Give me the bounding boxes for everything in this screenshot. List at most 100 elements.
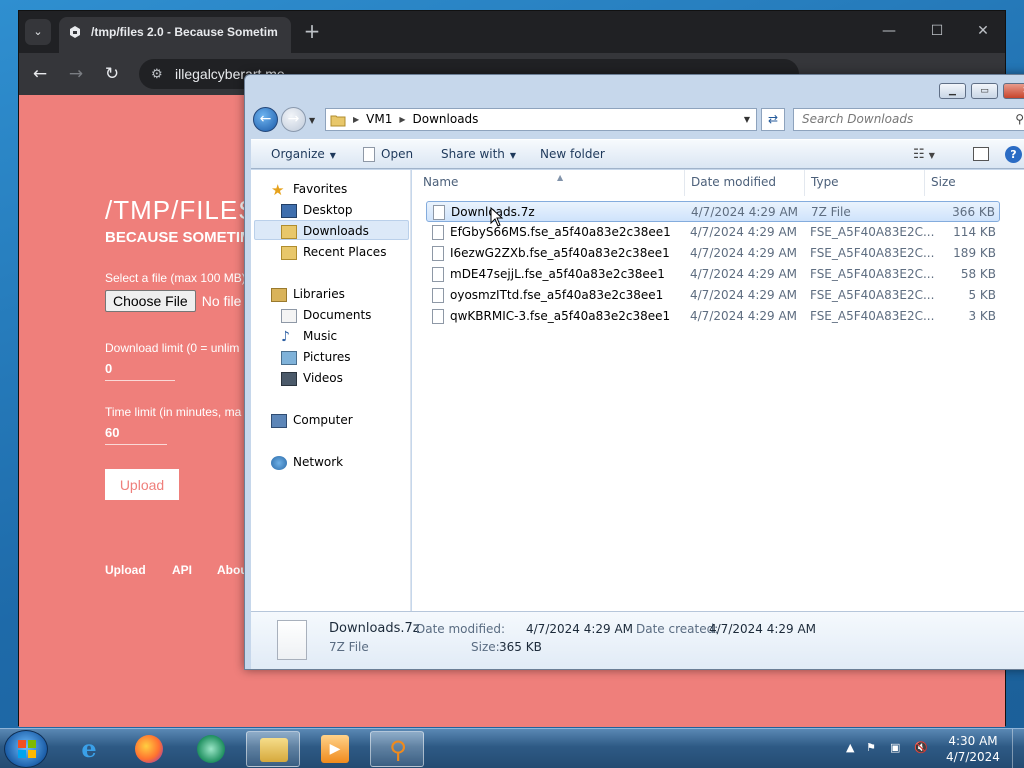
explorer-close-button[interactable]: ✕ [1003,83,1024,99]
tab-search-button[interactable]: ⌄ [25,19,51,45]
details-date-created-label: Date created: [636,622,719,636]
file-name: I6ezwG2ZXb.fse_a5f40a83e2c38ee1 [450,246,670,260]
system-clock[interactable]: 4:30 AM 4/7/2024 [944,733,1002,765]
file-type: FSE_A5F40A83E2C... [810,246,935,260]
file-row[interactable]: Downloads.7z4/7/2024 4:29 AM7Z File366 K… [426,201,1000,222]
nav-videos[interactable]: Videos [281,368,343,388]
nav-favorites-label: Favorites [293,182,348,196]
file-date: 4/7/2024 4:29 AM [690,267,798,281]
nav-pictures[interactable]: Pictures [281,347,351,367]
footer-link-upload[interactable]: Upload [105,563,146,577]
explorer-caption[interactable]: ▁ ▭ ✕ [245,75,1024,103]
windows-logo-icon [18,740,36,758]
explorer-address-bar[interactable]: ▶ VM1 ▶ Downloads ▼ [325,108,757,131]
taskbar-media-player[interactable]: ▶ [308,731,362,767]
open-button[interactable]: Open [363,140,413,170]
computer-icon [271,413,287,428]
nav-computer[interactable]: Computer [271,410,353,430]
close-button[interactable]: ✕ [961,17,1005,45]
file-row[interactable]: oyosmzITtd.fse_a5f40a83e2c38ee1 4/7/2024 … [426,285,1000,306]
upload-button[interactable]: Upload [105,469,179,500]
refresh-icon[interactable]: ⇄ [761,108,785,131]
documents-icon [281,308,297,323]
browser-tab[interactable]: /tmp/files 2.0 - Because Sometim [59,17,291,53]
taskbar-search-app[interactable]: ⚲ [370,731,424,767]
magnifier-icon: ⚲ [389,736,407,764]
sort-arrow-icon: ▲ [557,173,564,182]
taskbar-explorer[interactable] [246,731,300,767]
file-row[interactable]: mDE47sejjL.fse_a5f40a83e2c38ee1 4/7/2024 … [426,264,1000,285]
nav-documents[interactable]: Documents [281,305,371,325]
details-date-modified: 4/7/2024 4:29 AM [526,622,634,636]
site-favicon-icon [70,26,80,38]
details-pane: Downloads.7z 7Z File Date modified: 4/7/… [251,611,1024,669]
media-player-icon: ▶ [321,735,349,763]
change-view-icon[interactable]: ☷ ▼ [913,140,935,170]
no-file-text: No file [201,293,242,309]
choose-file-button[interactable]: Choose File [105,290,196,312]
file-row[interactable]: I6ezwG2ZXb.fse_a5f40a83e2c38ee1 4/7/2024 … [426,243,1000,264]
help-icon[interactable]: ? [1005,146,1022,163]
chevron-down-icon: ▼ [329,151,336,160]
download-limit-input[interactable]: 0 [105,361,175,381]
breadcrumb-downloads[interactable]: Downloads [413,109,479,130]
search-placeholder: Search Downloads [802,112,914,126]
new-tab-button[interactable]: + [299,19,325,45]
details-date-modified-label: Date modified: [416,622,506,636]
preview-pane-icon[interactable] [973,147,989,161]
taskbar-firefox[interactable] [122,731,176,767]
nav-libraries[interactable]: Libraries [271,284,345,304]
details-size: 365 KB [499,640,542,654]
start-button[interactable] [4,730,48,768]
explorer-maximize-button[interactable]: ▭ [971,83,998,99]
music-icon: ♪ [281,328,290,345]
explorer-minimize-button[interactable]: ▁ [939,83,966,99]
back-arrow-icon[interactable]: ← [253,107,278,132]
file-row[interactable]: qwKBRMIC-3.fse_a5f40a83e2c38ee1 4/7/2024 … [426,306,1000,327]
search-input[interactable]: Search Downloads ⚲ [793,108,1024,131]
taskbar-remote-app[interactable] [184,731,238,767]
nav-downloads[interactable]: Downloads [254,220,409,240]
file-size: 366 KB [952,205,995,219]
organize-button[interactable]: Organize ▼ [271,140,336,170]
file-date: 4/7/2024 4:29 AM [691,205,799,219]
nav-recent-places[interactable]: Recent Places [281,242,386,262]
column-header-type[interactable]: Type [805,170,925,196]
nav-network[interactable]: Network [271,452,343,472]
action-center-flag-icon[interactable]: ⚑ [866,741,876,754]
firefox-icon [135,735,163,763]
show-desktop-button[interactable] [1012,729,1024,768]
file-row[interactable]: EfGbyS66MS.fse_a5f40a83e2c38ee1 4/7/2024 … [426,222,1000,243]
new-folder-button[interactable]: New folder [540,140,605,170]
address-dropdown-icon[interactable]: ▼ [744,109,750,130]
maximize-button[interactable]: ☐ [915,17,959,45]
volume-muted-icon[interactable]: 🔇 [914,741,928,754]
reload-icon[interactable]: ↻ [99,61,125,87]
column-header-date[interactable]: Date modified [685,170,805,196]
nav-music[interactable]: ♪ Music [281,326,337,346]
footer-link-api[interactable]: API [172,563,192,577]
time-limit-input[interactable]: 60 [105,425,167,445]
file-type: FSE_A5F40A83E2C... [810,309,935,323]
recent-pages-dropdown-icon[interactable]: ▼ [309,116,315,125]
nav-favorites[interactable]: ★ Favorites [271,179,347,199]
column-header-name[interactable]: Name ▲ [417,170,685,196]
file-size: 189 KB [953,246,996,260]
file-name: qwKBRMIC-3.fse_a5f40a83e2c38ee1 [450,309,671,323]
column-date-label: Date modified [691,175,777,189]
show-hidden-icons[interactable]: ▲ [846,741,854,754]
site-info-icon[interactable]: ⚙ [151,59,163,89]
forward-arrow-icon[interactable]: → [63,61,89,87]
clock-date: 4/7/2024 [946,750,1000,764]
share-with-button[interactable]: Share with ▼ [441,140,516,170]
file-type: FSE_A5F40A83E2C... [810,288,935,302]
nav-desktop-label: Desktop [303,203,353,217]
taskbar-internet-explorer[interactable]: e [62,731,116,767]
column-header-size[interactable]: Size [925,170,1005,196]
network-status-icon[interactable]: ▣ [890,741,900,754]
nav-desktop[interactable]: Desktop [281,200,353,220]
breadcrumb-vm1[interactable]: VM1 [366,109,392,130]
minimize-button[interactable]: — [867,17,911,45]
forward-arrow-icon[interactable]: → [281,107,306,132]
back-arrow-icon[interactable]: ← [27,61,53,87]
